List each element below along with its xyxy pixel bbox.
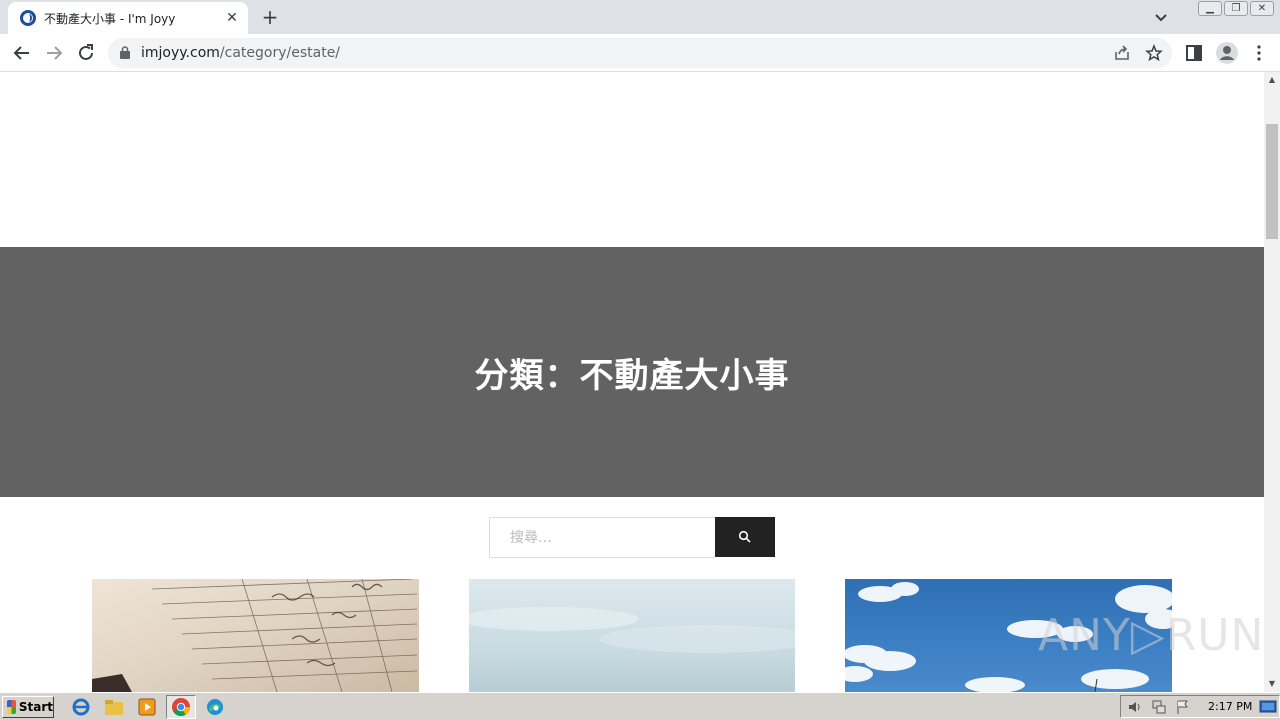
site-favicon-icon (20, 10, 36, 26)
windows-taskbar: Start (0, 692, 1280, 720)
edge-icon[interactable] (204, 697, 226, 717)
taskbar-clock[interactable]: 2:17 PM (1208, 700, 1252, 713)
post-thumbnail-sky[interactable] (469, 579, 795, 692)
hazy-sky-image (469, 607, 795, 653)
browser-tab[interactable]: 不動產大小事 - I'm Joyy ✕ (8, 2, 248, 34)
minimize-button[interactable]: ▁ (1198, 1, 1222, 16)
screen: 不動產大小事 - I'm Joyy ✕ + ▁ ❐ ✕ imjoyy.com/c… (0, 0, 1280, 720)
browser-toolbar: imjoyy.com/category/estate/ (0, 34, 1280, 72)
search-icon (738, 530, 751, 543)
tab-close-icon[interactable]: ✕ (224, 10, 240, 26)
new-tab-button[interactable]: + (260, 7, 280, 27)
chrome-icon (172, 698, 190, 717)
bookmark-star-icon[interactable] (1145, 44, 1163, 62)
search-form (489, 517, 775, 558)
tab-search-chevron-icon[interactable] (1152, 8, 1170, 26)
forward-arrow-icon[interactable] (42, 41, 66, 65)
windows-logo-icon (7, 700, 16, 714)
internet-explorer-icon[interactable] (70, 697, 92, 717)
url-text[interactable]: imjoyy.com/category/estate/ (141, 45, 340, 61)
web-page: 分類：不動產大小事 搜尋… ANY▷RUN (0, 72, 1264, 692)
file-explorer-icon[interactable] (103, 697, 125, 717)
volume-icon[interactable] (1127, 699, 1143, 715)
side-panel-icon[interactable] (1184, 43, 1204, 63)
scroll-up-arrow-icon[interactable]: ▲ (1264, 72, 1280, 88)
network-icon[interactable] (1151, 699, 1167, 715)
system-tray (1120, 695, 1280, 718)
document-form-image (92, 579, 418, 692)
post-thumbnail-documents[interactable] (92, 579, 419, 692)
show-desktop-icon[interactable] (1259, 699, 1277, 715)
chrome-taskbar-button[interactable] (166, 695, 196, 719)
anyrun-watermark: ANY▷RUN (1038, 610, 1264, 661)
scroll-down-arrow-icon[interactable]: ▼ (1264, 676, 1280, 692)
back-arrow-icon[interactable] (10, 41, 34, 65)
page-scrollbar[interactable]: ▲ ▼ (1264, 72, 1280, 692)
search-input[interactable] (489, 517, 715, 558)
close-window-button[interactable]: ✕ (1250, 1, 1274, 16)
address-bar[interactable]: imjoyy.com/category/estate/ (108, 38, 1172, 68)
restore-button[interactable]: ❐ (1224, 1, 1248, 16)
lock-icon[interactable] (120, 46, 130, 59)
url-domain: imjoyy.com (141, 45, 220, 61)
start-label: Start (18, 700, 53, 714)
action-center-flag-icon[interactable] (1175, 699, 1191, 715)
search-button[interactable] (715, 517, 775, 557)
category-hero: 分類：不動產大小事 (0, 247, 1264, 497)
tab-strip: 不動產大小事 - I'm Joyy ✕ + ▁ ❐ ✕ (0, 0, 1280, 34)
share-icon[interactable] (1113, 44, 1131, 62)
start-button[interactable]: Start (2, 696, 54, 718)
profile-avatar-icon[interactable] (1215, 41, 1239, 65)
scrollbar-thumb[interactable] (1266, 124, 1278, 239)
category-title: 分類：不動產大小事 (474, 355, 790, 396)
url-path: /category/estate/ (219, 45, 341, 61)
media-player-icon[interactable] (136, 697, 158, 717)
kebab-menu-icon[interactable] (1249, 43, 1269, 63)
window-controls: ▁ ❐ ✕ (1198, 1, 1274, 16)
tab-title: 不動產大小事 - I'm Joyy (44, 11, 176, 26)
reload-icon[interactable] (74, 41, 98, 65)
